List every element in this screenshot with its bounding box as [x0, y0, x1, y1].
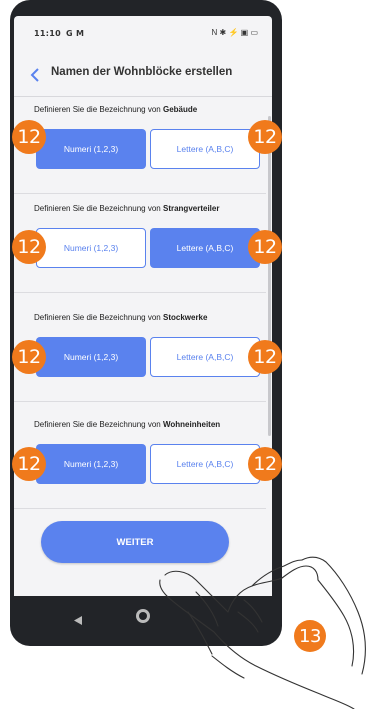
android-nav-bar	[14, 596, 272, 638]
scrollbar[interactable]	[268, 116, 271, 436]
callout-badge-12: 12	[12, 340, 46, 374]
callout-badge-12: 12	[12, 447, 46, 481]
page-header: Namen der Wohnblöcke erstellen	[14, 56, 272, 97]
nav-home-icon[interactable]	[136, 609, 150, 623]
section-label: Definieren Sie die Bezeichnung von Wohne…	[34, 420, 221, 429]
lettere-button[interactable]: Lettere (A,B,C)	[150, 444, 260, 484]
back-chevron-icon[interactable]	[30, 68, 40, 82]
status-time: 11:10	[34, 29, 61, 38]
section-stockwerke: Definieren Sie die Bezeichnung von Stock…	[14, 313, 266, 402]
nav-back-icon[interactable]	[74, 612, 82, 630]
section-label: Definieren Sie die Bezeichnung von Stran…	[34, 204, 220, 213]
numeri-button[interactable]: Numeri (1,2,3)	[36, 129, 146, 169]
callout-badge-12: 12	[248, 447, 282, 481]
callout-badge-13: 13	[294, 620, 326, 652]
callout-badge-12: 12	[248, 230, 282, 264]
lettere-button[interactable]: Lettere (A,B,C)	[150, 228, 260, 268]
numeri-button[interactable]: Numeri (1,2,3)	[36, 228, 146, 268]
section-strangverteiler: Definieren Sie die Bezeichnung von Stran…	[14, 204, 266, 293]
lettere-button[interactable]: Lettere (A,B,C)	[150, 337, 260, 377]
callout-badge-12: 12	[12, 230, 46, 264]
section-label: Definieren Sie die Bezeichnung von Gebäu…	[34, 105, 198, 114]
notification-icons: G M	[66, 29, 85, 38]
lettere-button[interactable]: Lettere (A,B,C)	[150, 129, 260, 169]
section-wohneinheiten: Definieren Sie die Bezeichnung von Wohne…	[14, 420, 266, 509]
weiter-button[interactable]: WEITER	[41, 521, 229, 563]
app-screen: 11:10 G M N ✱ ⚡ ▣ ▭ Namen der Wohnblöcke…	[14, 16, 272, 596]
callout-badge-12: 12	[248, 120, 282, 154]
callout-badge-12: 12	[12, 120, 46, 154]
section-gebaeude: Definieren Sie die Bezeichnung von Gebäu…	[14, 105, 266, 194]
callout-badge-12: 12	[248, 340, 282, 374]
section-label: Definieren Sie die Bezeichnung von Stock…	[34, 313, 208, 322]
numeri-button[interactable]: Numeri (1,2,3)	[36, 444, 146, 484]
numeri-button[interactable]: Numeri (1,2,3)	[36, 337, 146, 377]
page-title: Namen der Wohnblöcke erstellen	[51, 66, 233, 78]
status-bar: 11:10 G M N ✱ ⚡ ▣ ▭	[14, 16, 272, 50]
system-status-icons: N ✱ ⚡ ▣ ▭	[211, 28, 258, 37]
